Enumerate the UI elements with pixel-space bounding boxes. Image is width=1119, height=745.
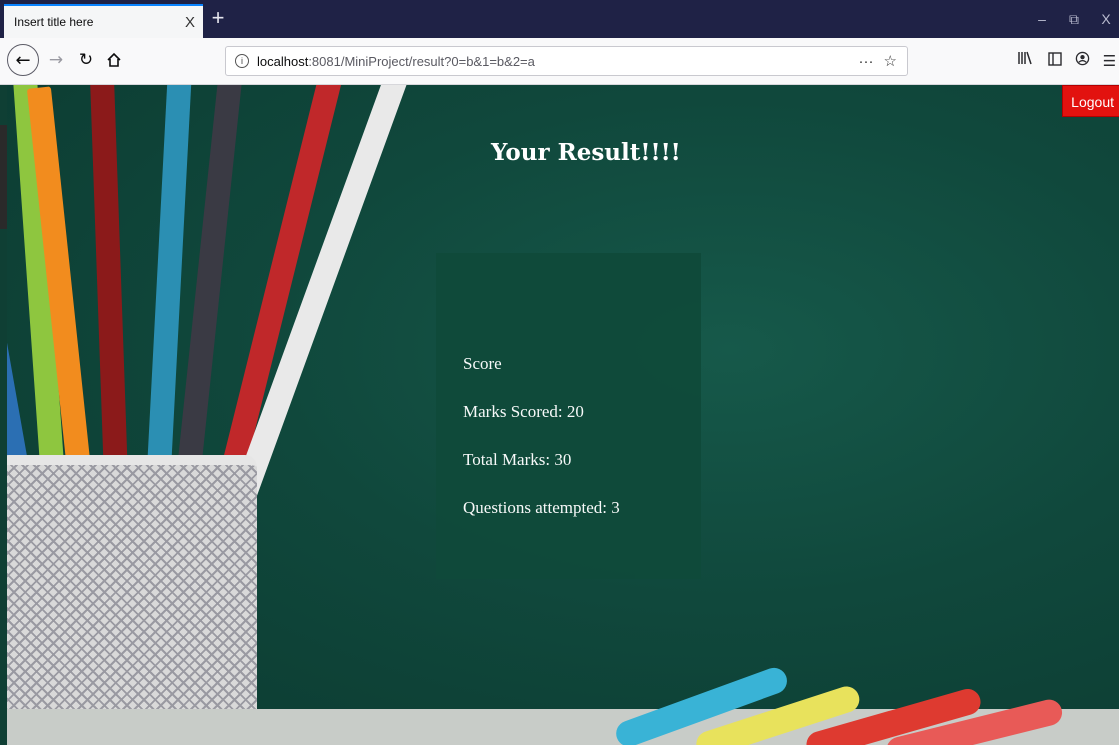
total-marks: Total Marks: 30: [463, 450, 572, 469]
result-card: Score Marks Scored: 20 Total Marks: 30 Q…: [436, 253, 701, 579]
url-host: localhost: [257, 53, 309, 69]
score-heading: Score: [463, 354, 502, 373]
reload-button[interactable]: ↻: [72, 46, 100, 74]
info-icon[interactable]: i: [235, 54, 249, 68]
account-icon: [1075, 51, 1089, 66]
page-title: Your Result!!!!: [491, 139, 681, 166]
address-bar[interactable]: i localhost:8081/MiniProject/result?0=b&…: [225, 46, 908, 76]
questions-attempted: Questions attempted: 3: [463, 498, 620, 517]
tab-close-button[interactable]: X: [177, 14, 203, 31]
forward-button[interactable]: →: [42, 46, 70, 74]
sidebar-button[interactable]: [1042, 48, 1068, 74]
marks-scored: Marks Scored: 20: [463, 402, 584, 421]
restore-button[interactable]: ⧉: [1056, 6, 1092, 32]
reload-icon: ↻: [78, 50, 94, 70]
home-icon: [107, 52, 121, 67]
page-actions-button[interactable]: ···: [859, 53, 874, 70]
back-arrow-icon: ←: [15, 49, 31, 71]
new-tab-button[interactable]: +: [205, 4, 231, 34]
tab-strip: Insert title here X + – ⧉ X: [0, 0, 1119, 38]
tab-title: Insert title here: [14, 15, 94, 29]
sidebar-icon: [1048, 52, 1062, 66]
library-button[interactable]: [1012, 48, 1038, 74]
back-button[interactable]: ←: [7, 44, 39, 76]
minimize-button[interactable]: –: [1024, 6, 1060, 32]
browser-tab[interactable]: Insert title here X: [4, 4, 203, 38]
close-window-button[interactable]: X: [1088, 6, 1119, 32]
forward-arrow-icon: →: [48, 50, 64, 70]
navigation-toolbar: ← → ↻ i localhost:8081/MiniProject/resul…: [0, 38, 1119, 85]
library-icon: [1018, 51, 1032, 65]
pencil-cup: [7, 455, 257, 745]
page-edge-panel: [0, 125, 7, 229]
result-page: Logout Your Result!!!! Score Marks Score…: [7, 85, 1119, 745]
menu-button[interactable]: ☰: [1100, 48, 1119, 74]
logout-button[interactable]: Logout: [1062, 85, 1119, 117]
hamburger-menu-icon: ☰: [1102, 52, 1117, 70]
home-button[interactable]: [100, 46, 128, 74]
url-path: :8081/MiniProject/result?0=b&1=b&2=a: [308, 53, 535, 69]
star-icon[interactable]: ☆: [884, 52, 897, 70]
account-button[interactable]: [1070, 48, 1094, 74]
